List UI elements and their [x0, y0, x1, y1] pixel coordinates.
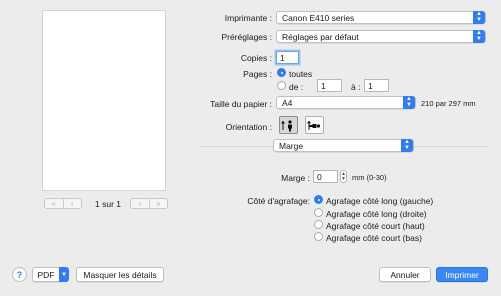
paper-size-popup[interactable]: A4 ▲ ▼: [276, 96, 416, 109]
last-page-button[interactable]: »: [148, 199, 168, 208]
portrait-person-icon: [281, 120, 292, 132]
cancel-button[interactable]: Annuler: [379, 267, 431, 282]
printer-label: Imprimante :: [224, 13, 272, 23]
stapling-option-label: Agrafage côté long (droite): [326, 209, 427, 219]
margin-label: Marge :: [281, 173, 310, 183]
hide-details-button[interactable]: Masquer les détails: [76, 267, 164, 282]
first-page-button[interactable]: «: [45, 199, 63, 208]
stapling-label: Côté d'agrafage:: [247, 196, 310, 206]
panel-select-value: Marge: [279, 140, 304, 151]
stapling-radio-short-bottom[interactable]: [314, 232, 323, 241]
pdf-button[interactable]: PDF: [32, 267, 60, 282]
pages-to-label: à :: [351, 82, 361, 92]
popup-arrows-icon: ▲ ▼: [403, 96, 415, 109]
pages-from-field[interactable]: 1: [317, 79, 342, 92]
stapling-option-label: Agrafage côté long (gauche): [326, 196, 434, 206]
pages-range-radio[interactable]: [277, 81, 286, 90]
orientation-label: Orientation :: [225, 122, 272, 132]
pages-all-radio[interactable]: [277, 68, 286, 77]
stapling-option-label: Agrafage côté court (haut): [326, 221, 425, 231]
popup-arrows-icon: ▲ ▼: [401, 139, 413, 152]
presets-label: Préréglages :: [221, 32, 272, 42]
popup-arrows-icon: ▲ ▼: [473, 30, 485, 43]
copies-label: Copies :: [240, 53, 272, 63]
previous-page-button[interactable]: ‹: [62, 199, 82, 208]
landscape-person-icon: [307, 120, 321, 130]
panel-select-popup[interactable]: Marge ▲ ▼: [273, 139, 414, 152]
pages-to-field[interactable]: 1: [364, 79, 389, 92]
preview-nav-forward-group[interactable]: › »: [130, 198, 168, 209]
popup-arrows-icon: ▲ ▼: [473, 11, 485, 24]
paper-size-value: A4: [282, 97, 293, 108]
pdf-menu-chevron-icon[interactable]: ▼: [59, 267, 69, 282]
page-preview: [42, 10, 166, 191]
next-page-button[interactable]: ›: [131, 199, 149, 208]
stapling-radio-long-left[interactable]: [314, 195, 323, 204]
printer-value: Canon E410 series: [282, 12, 355, 23]
pages-label: Pages :: [243, 69, 272, 79]
pages-all-label: toutes: [289, 69, 313, 79]
orientation-landscape-button[interactable]: [305, 116, 324, 134]
copies-field[interactable]: 1: [276, 51, 299, 64]
paper-dimensions: 210 par 297 mm: [421, 99, 476, 108]
presets-value: Réglages par défaut: [282, 31, 359, 42]
preview-nav-back-group[interactable]: « ‹: [44, 198, 82, 209]
margin-stepper[interactable]: ▲ ▼: [340, 170, 347, 183]
presets-popup[interactable]: Réglages par défaut ▲ ▼: [276, 30, 486, 43]
print-button[interactable]: Imprimer: [436, 267, 488, 282]
margin-field[interactable]: 0: [313, 170, 338, 183]
pages-range-label: de :: [289, 82, 304, 92]
stapling-option-label: Agrafage côté court (bas): [326, 233, 422, 243]
printer-popup[interactable]: Canon E410 series ▲ ▼: [276, 11, 486, 24]
margin-range-hint: mm (0-30): [352, 173, 387, 182]
orientation-portrait-button[interactable]: [279, 116, 298, 134]
page-indicator: 1 sur 1: [95, 199, 121, 209]
help-button[interactable]: ?: [12, 267, 27, 282]
stapling-radio-long-right[interactable]: [314, 208, 323, 217]
paper-size-label: Taille du papier :: [210, 99, 272, 109]
stapling-radio-short-top[interactable]: [314, 220, 323, 229]
